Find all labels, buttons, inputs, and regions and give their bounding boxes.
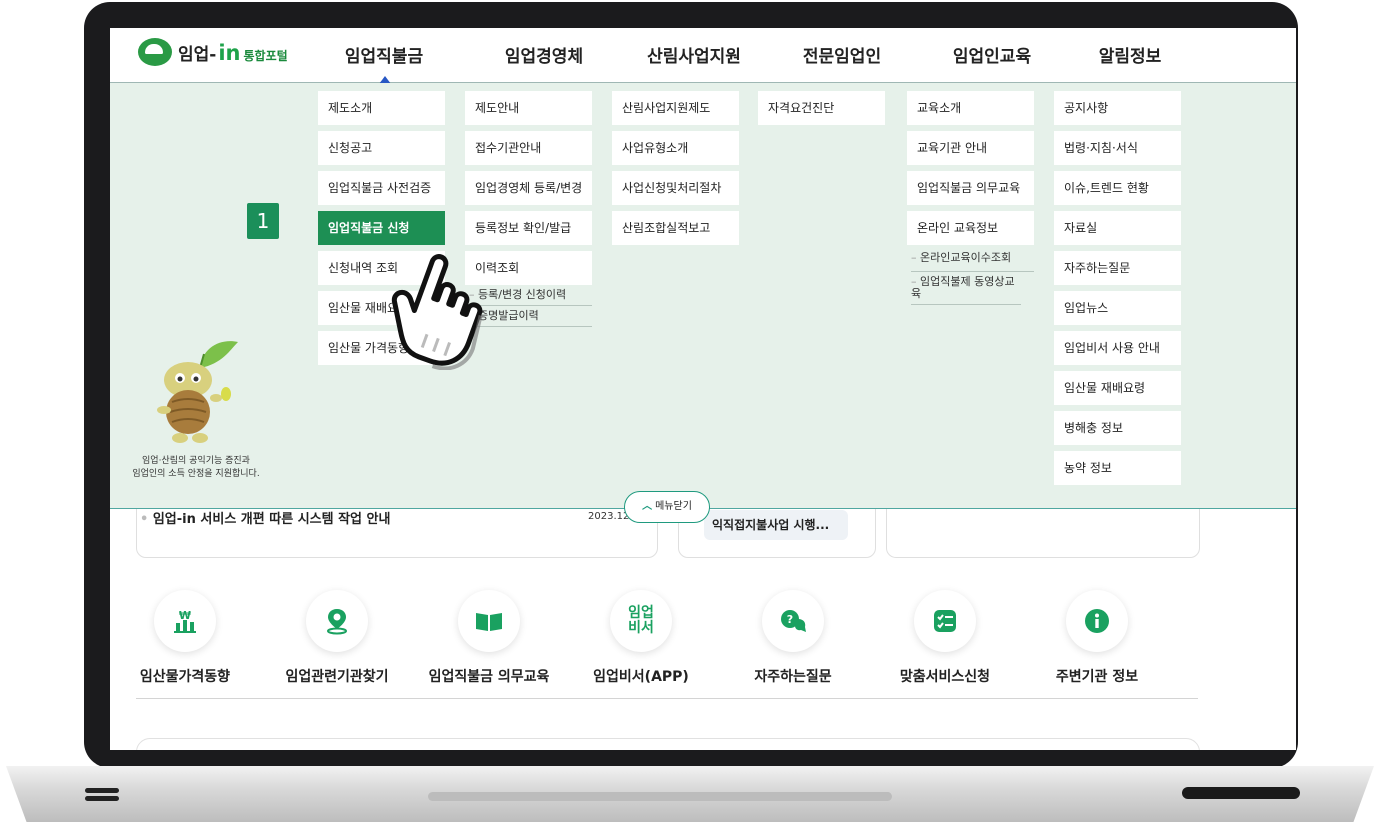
question-chat-icon: ?	[762, 590, 824, 652]
laptop-port	[1182, 787, 1300, 799]
menu-item[interactable]: 제도안내	[465, 91, 592, 125]
menu-item[interactable]: 산림조합실적보고	[612, 211, 739, 245]
menu-item[interactable]: 신청공고	[318, 131, 445, 165]
mascot-illustration	[157, 341, 238, 443]
info-icon	[1066, 590, 1128, 652]
quick-label: 주변기관 정보	[1055, 669, 1139, 685]
price-chart-icon: ₩	[154, 590, 216, 652]
menu-item[interactable]: 제도소개	[318, 91, 445, 125]
laptop-hinge-notch	[428, 792, 892, 801]
menu-item[interactable]: 자주하는질문	[1054, 251, 1181, 285]
chevron-up-icon: ︿	[642, 501, 653, 512]
menu-col-professional: 자격요건진단	[758, 91, 885, 131]
checklist-icon	[914, 590, 976, 652]
menu-item[interactable]: 농약 정보	[1054, 451, 1181, 485]
usb-port-icon	[80, 785, 124, 805]
quick-price-trend[interactable]: ₩ 임산물가격동향	[110, 590, 260, 686]
notice-card2-text[interactable]: 익직접지불사업 시행...	[704, 510, 848, 540]
svg-text:?: ?	[787, 613, 793, 626]
menu-item[interactable]: 법령·지침·서식	[1054, 131, 1181, 165]
step-badge: 1	[247, 203, 279, 239]
bottom-card	[136, 738, 1200, 750]
site-header: 임업-in 통합포털 임업직불금 임업경영체 산림사업지원 전문임업인 임업인교육…	[110, 28, 1296, 84]
menu-item[interactable]: 사업신청및처리절차	[612, 171, 739, 205]
menu-item[interactable]: 임업직불금 의무교육	[907, 171, 1034, 205]
submenu: 온라인교육이수조회 임업직불제 동영상교육	[907, 245, 1034, 305]
logo-leaf-icon	[138, 38, 172, 66]
menu-item[interactable]: 임업경영체 등록/변경	[465, 171, 592, 205]
quick-education[interactable]: 임업직불금 의무교육	[414, 590, 564, 686]
menu-item[interactable]: 병해충 정보	[1054, 411, 1181, 445]
gnb-direct-payment[interactable]: 임업직불금	[324, 42, 444, 84]
logo-text: 임업-in 통합포털	[178, 40, 288, 65]
location-pin-icon	[306, 590, 368, 652]
menu-item[interactable]: 이슈,트렌드 현황	[1054, 171, 1181, 205]
menu-item[interactable]: 임업뉴스	[1054, 291, 1181, 325]
mascot-caption: 임업·산림의 공익기능 증진과 임업인의 소득 안정을 지원합니다.	[132, 456, 260, 479]
gnb-notice-info[interactable]: 알림정보	[1070, 42, 1190, 67]
menu-item[interactable]: 공지사항	[1054, 91, 1181, 125]
quick-label: 임업관련기관찾기	[285, 669, 389, 685]
quick-label: 임업비서(APP)	[593, 669, 689, 685]
quick-label: 자주하는질문	[754, 669, 832, 685]
browser-screen: 임업-in 서비스 개편 따른 시스템 작업 안내 2023.12. 익직접지불…	[110, 28, 1296, 750]
quick-agency-finder[interactable]: 임업관련기관찾기	[262, 590, 412, 686]
menu-item[interactable]: 교육소개	[907, 91, 1034, 125]
quick-label: 임업직불금 의무교육	[428, 669, 550, 685]
menu-item[interactable]: 임업비서 사용 안내	[1054, 331, 1181, 365]
gnb-forest-support[interactable]: 산림사업지원	[634, 42, 754, 67]
menu-item[interactable]: 교육기관 안내	[907, 131, 1034, 165]
menu-item[interactable]: 사업유형소개	[612, 131, 739, 165]
book-icon	[458, 590, 520, 652]
quick-label: 맞춤서비스신청	[899, 669, 991, 685]
close-menu-button[interactable]: ︿ 메뉴닫기	[624, 491, 710, 523]
quick-label: 임산물가격동향	[139, 669, 231, 685]
quick-nearby-agency[interactable]: 주변기관 정보	[1022, 590, 1172, 686]
menu-col-forest-support: 산림사업지원제도 사업유형소개 사업신청및처리절차 산림조합실적보고	[612, 91, 739, 251]
menu-item[interactable]: 자격요건진단	[758, 91, 885, 125]
menu-col-notice: 공지사항 법령·지침·서식 이슈,트렌드 현황 자료실 자주하는질문 임업뉴스 …	[1054, 91, 1181, 491]
submenu-item[interactable]: 임업직불제 동영상교육	[911, 272, 1021, 305]
gnb-education[interactable]: 임업인교육	[932, 42, 1052, 67]
menu-item[interactable]: 접수기관안내	[465, 131, 592, 165]
notice-title[interactable]: 임업-in 서비스 개편 따른 시스템 작업 안내	[140, 508, 391, 527]
section-divider	[136, 698, 1198, 699]
quick-app[interactable]: 임업 비서 임업비서(APP)	[566, 590, 716, 686]
app-text-icon: 임업 비서	[610, 590, 672, 652]
menu-col-education: 교육소개 교육기관 안내 임업직불금 의무교육 온라인 교육정보 온라인교육이수…	[907, 91, 1034, 305]
menu-item[interactable]: 산림사업지원제도	[612, 91, 739, 125]
gnb-professional[interactable]: 전문임업인	[782, 42, 902, 67]
pointing-hand-icon	[391, 254, 483, 370]
site-logo[interactable]: 임업-in 통합포털	[138, 38, 288, 66]
quick-custom-service[interactable]: 맞춤서비스신청	[870, 590, 1020, 686]
menu-item[interactable]: 임업직불금 사전검증	[318, 171, 445, 205]
submenu-item[interactable]: 온라인교육이수조회	[911, 245, 1034, 272]
mega-menu: 제도소개 신청공고 임업직불금 사전검증 임업직불금 신청 신청내역 조회 임산…	[110, 83, 1296, 509]
menu-item[interactable]: 온라인 교육정보	[907, 211, 1034, 245]
menu-item[interactable]: 자료실	[1054, 211, 1181, 245]
gnb-forestry-business[interactable]: 임업경영체	[484, 42, 604, 67]
menu-item[interactable]: 임산물 재배요령	[1054, 371, 1181, 405]
quick-faq[interactable]: ? 자주하는질문	[718, 590, 868, 686]
